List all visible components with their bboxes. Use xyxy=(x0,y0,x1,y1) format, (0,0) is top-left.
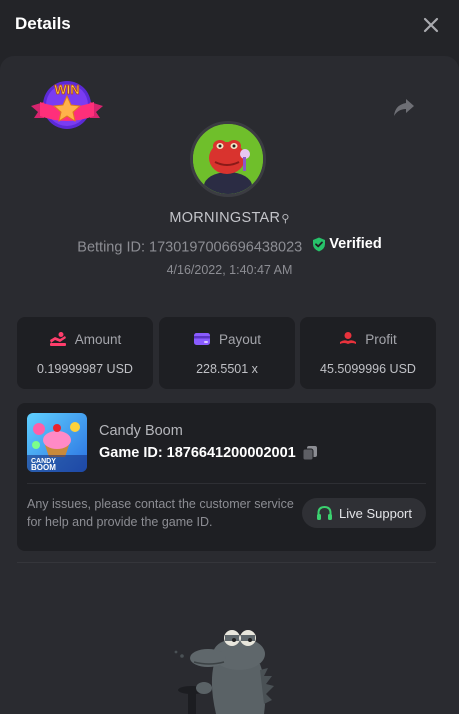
profit-icon xyxy=(340,332,357,344)
gender-icon: ⚲ xyxy=(281,213,290,225)
share-icon[interactable] xyxy=(392,96,416,118)
bet-datetime: 4/16/2022, 1:40:47 AM xyxy=(166,263,293,277)
username: MORNINGSTAR xyxy=(169,210,281,226)
betting-id-value: 1730197006696438023 xyxy=(149,239,303,256)
game-card: CANDY BOOM Candy Boom Game ID: 1876641200… xyxy=(17,403,436,551)
live-support-label: Live Support xyxy=(339,505,412,521)
profit-label: Profit xyxy=(365,331,397,347)
amount-label: Amount xyxy=(74,331,122,347)
avatar xyxy=(190,121,266,197)
close-icon[interactable] xyxy=(420,14,442,36)
game-name: Candy Boom xyxy=(99,423,183,439)
profit-card: Profit 45.5099996 USD xyxy=(300,317,436,389)
game-thumbnail[interactable]: CANDY BOOM xyxy=(27,413,87,472)
game-id-label: Game ID: xyxy=(99,445,163,461)
betting-id-row: Betting ID: 1730197006696438023 Verified xyxy=(0,236,459,256)
details-header: Details xyxy=(0,0,459,50)
amount-value: 0.19999987 USD xyxy=(37,362,133,376)
header-title: Details xyxy=(15,14,71,33)
verified-label: Verified xyxy=(329,236,382,252)
support-text: Any issues, please contact the customer … xyxy=(27,497,294,529)
section-divider xyxy=(17,562,436,563)
candy-boom-icon: CANDY BOOM xyxy=(27,413,87,472)
avatar-image xyxy=(193,124,263,194)
username-row: MORNINGSTAR⚲ xyxy=(0,210,459,226)
svg-text:BOOM: BOOM xyxy=(31,463,56,472)
payout-icon xyxy=(193,333,210,345)
copy-icon[interactable] xyxy=(302,445,318,461)
verified-badge: Verified xyxy=(312,236,382,252)
win-badge-text: WIN xyxy=(54,82,79,97)
win-badge-icon: WIN xyxy=(31,81,103,129)
game-id-row: Game ID: 1876641200002001 xyxy=(99,445,318,461)
headset-icon xyxy=(317,505,332,520)
amount-icon xyxy=(49,332,66,346)
payout-value: 228.5501 x xyxy=(196,362,258,376)
live-support-button[interactable]: Live Support xyxy=(302,498,426,528)
card-divider xyxy=(27,483,426,484)
payout-label: Payout xyxy=(218,331,262,347)
crocodile-mascot-icon xyxy=(174,630,274,714)
amount-card: Amount 0.19999987 USD xyxy=(17,317,153,389)
payout-card: Payout 228.5501 x xyxy=(159,317,295,389)
verified-shield-icon xyxy=(313,237,326,251)
game-id-value: 1876641200002001 xyxy=(166,445,296,461)
betting-id-label: Betting ID: xyxy=(77,239,145,256)
profit-value: 45.5099996 USD xyxy=(320,362,416,376)
